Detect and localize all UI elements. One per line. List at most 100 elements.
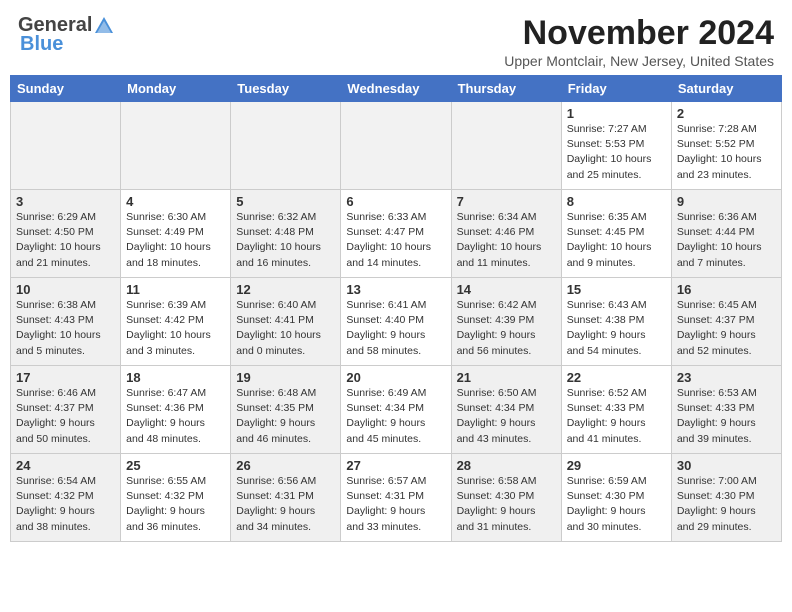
cal-cell: 19Sunrise: 6:48 AM Sunset: 4:35 PM Dayli… — [231, 366, 341, 454]
day-headers-row: SundayMondayTuesdayWednesdayThursdayFrid… — [11, 76, 782, 102]
day-number: 19 — [236, 370, 335, 385]
cal-cell: 23Sunrise: 6:53 AM Sunset: 4:33 PM Dayli… — [671, 366, 781, 454]
cell-info: Sunrise: 6:47 AM Sunset: 4:36 PM Dayligh… — [126, 386, 225, 447]
cal-cell — [121, 102, 231, 190]
cell-info: Sunrise: 6:46 AM Sunset: 4:37 PM Dayligh… — [16, 386, 115, 447]
day-header-tuesday: Tuesday — [231, 76, 341, 102]
logo-blue-text: Blue — [18, 33, 116, 56]
day-number: 10 — [16, 282, 115, 297]
day-number: 23 — [677, 370, 776, 385]
day-header-thursday: Thursday — [451, 76, 561, 102]
day-number: 25 — [126, 458, 225, 473]
cell-info: Sunrise: 6:50 AM Sunset: 4:34 PM Dayligh… — [457, 386, 556, 447]
cell-info: Sunrise: 6:34 AM Sunset: 4:46 PM Dayligh… — [457, 210, 556, 271]
day-number: 18 — [126, 370, 225, 385]
cal-cell: 25Sunrise: 6:55 AM Sunset: 4:32 PM Dayli… — [121, 454, 231, 542]
day-number: 29 — [567, 458, 666, 473]
cal-cell: 3Sunrise: 6:29 AM Sunset: 4:50 PM Daylig… — [11, 190, 121, 278]
cal-cell: 26Sunrise: 6:56 AM Sunset: 4:31 PM Dayli… — [231, 454, 341, 542]
title-section: November 2024 Upper Montclair, New Jerse… — [504, 14, 774, 69]
cell-info: Sunrise: 6:52 AM Sunset: 4:33 PM Dayligh… — [567, 386, 666, 447]
day-number: 8 — [567, 194, 666, 209]
cal-cell — [341, 102, 451, 190]
cell-info: Sunrise: 7:28 AM Sunset: 5:52 PM Dayligh… — [677, 122, 776, 183]
day-number: 2 — [677, 106, 776, 121]
day-number: 4 — [126, 194, 225, 209]
day-number: 12 — [236, 282, 335, 297]
cal-cell: 9Sunrise: 6:36 AM Sunset: 4:44 PM Daylig… — [671, 190, 781, 278]
day-number: 11 — [126, 282, 225, 297]
cell-info: Sunrise: 6:32 AM Sunset: 4:48 PM Dayligh… — [236, 210, 335, 271]
cal-cell: 29Sunrise: 6:59 AM Sunset: 4:30 PM Dayli… — [561, 454, 671, 542]
cell-info: Sunrise: 6:48 AM Sunset: 4:35 PM Dayligh… — [236, 386, 335, 447]
cal-cell: 15Sunrise: 6:43 AM Sunset: 4:38 PM Dayli… — [561, 278, 671, 366]
day-number: 17 — [16, 370, 115, 385]
cell-info: Sunrise: 6:56 AM Sunset: 4:31 PM Dayligh… — [236, 474, 335, 535]
cal-cell: 12Sunrise: 6:40 AM Sunset: 4:41 PM Dayli… — [231, 278, 341, 366]
day-number: 22 — [567, 370, 666, 385]
cal-cell: 11Sunrise: 6:39 AM Sunset: 4:42 PM Dayli… — [121, 278, 231, 366]
cal-cell: 22Sunrise: 6:52 AM Sunset: 4:33 PM Dayli… — [561, 366, 671, 454]
day-number: 5 — [236, 194, 335, 209]
cell-info: Sunrise: 6:49 AM Sunset: 4:34 PM Dayligh… — [346, 386, 445, 447]
day-number: 6 — [346, 194, 445, 209]
cal-cell: 5Sunrise: 6:32 AM Sunset: 4:48 PM Daylig… — [231, 190, 341, 278]
cell-info: Sunrise: 6:30 AM Sunset: 4:49 PM Dayligh… — [126, 210, 225, 271]
cell-info: Sunrise: 6:58 AM Sunset: 4:30 PM Dayligh… — [457, 474, 556, 535]
cal-cell: 17Sunrise: 6:46 AM Sunset: 4:37 PM Dayli… — [11, 366, 121, 454]
day-number: 30 — [677, 458, 776, 473]
cal-cell: 13Sunrise: 6:41 AM Sunset: 4:40 PM Dayli… — [341, 278, 451, 366]
day-number: 9 — [677, 194, 776, 209]
cal-cell: 6Sunrise: 6:33 AM Sunset: 4:47 PM Daylig… — [341, 190, 451, 278]
cell-info: Sunrise: 6:29 AM Sunset: 4:50 PM Dayligh… — [16, 210, 115, 271]
day-number: 21 — [457, 370, 556, 385]
cell-info: Sunrise: 6:39 AM Sunset: 4:42 PM Dayligh… — [126, 298, 225, 359]
cal-cell: 18Sunrise: 6:47 AM Sunset: 4:36 PM Dayli… — [121, 366, 231, 454]
cell-info: Sunrise: 6:55 AM Sunset: 4:32 PM Dayligh… — [126, 474, 225, 535]
day-header-sunday: Sunday — [11, 76, 121, 102]
cal-cell: 14Sunrise: 6:42 AM Sunset: 4:39 PM Dayli… — [451, 278, 561, 366]
cell-info: Sunrise: 6:57 AM Sunset: 4:31 PM Dayligh… — [346, 474, 445, 535]
day-number: 7 — [457, 194, 556, 209]
day-header-monday: Monday — [121, 76, 231, 102]
calendar-wrapper: SundayMondayTuesdayWednesdayThursdayFrid… — [0, 75, 792, 552]
cell-info: Sunrise: 6:36 AM Sunset: 4:44 PM Dayligh… — [677, 210, 776, 271]
month-title: November 2024 — [504, 14, 774, 53]
day-number: 28 — [457, 458, 556, 473]
cal-cell: 1Sunrise: 7:27 AM Sunset: 5:53 PM Daylig… — [561, 102, 671, 190]
cal-cell — [451, 102, 561, 190]
page-container: General Blue November 2024 Upper Montcla… — [0, 0, 792, 552]
day-number: 20 — [346, 370, 445, 385]
day-number: 16 — [677, 282, 776, 297]
cal-cell — [231, 102, 341, 190]
logo: General Blue — [18, 14, 116, 56]
day-header-saturday: Saturday — [671, 76, 781, 102]
cal-cell: 2Sunrise: 7:28 AM Sunset: 5:52 PM Daylig… — [671, 102, 781, 190]
cal-cell: 20Sunrise: 6:49 AM Sunset: 4:34 PM Dayli… — [341, 366, 451, 454]
week-row-2: 3Sunrise: 6:29 AM Sunset: 4:50 PM Daylig… — [11, 190, 782, 278]
cal-cell: 10Sunrise: 6:38 AM Sunset: 4:43 PM Dayli… — [11, 278, 121, 366]
calendar-table: SundayMondayTuesdayWednesdayThursdayFrid… — [10, 75, 782, 542]
header: General Blue November 2024 Upper Montcla… — [0, 0, 792, 75]
cal-cell: 7Sunrise: 6:34 AM Sunset: 4:46 PM Daylig… — [451, 190, 561, 278]
cal-cell: 24Sunrise: 6:54 AM Sunset: 4:32 PM Dayli… — [11, 454, 121, 542]
cal-cell — [11, 102, 121, 190]
cell-info: Sunrise: 6:53 AM Sunset: 4:33 PM Dayligh… — [677, 386, 776, 447]
cell-info: Sunrise: 6:42 AM Sunset: 4:39 PM Dayligh… — [457, 298, 556, 359]
cal-cell: 27Sunrise: 6:57 AM Sunset: 4:31 PM Dayli… — [341, 454, 451, 542]
day-header-friday: Friday — [561, 76, 671, 102]
day-number: 24 — [16, 458, 115, 473]
cell-info: Sunrise: 6:38 AM Sunset: 4:43 PM Dayligh… — [16, 298, 115, 359]
cell-info: Sunrise: 6:33 AM Sunset: 4:47 PM Dayligh… — [346, 210, 445, 271]
cell-info: Sunrise: 7:27 AM Sunset: 5:53 PM Dayligh… — [567, 122, 666, 183]
cal-cell: 16Sunrise: 6:45 AM Sunset: 4:37 PM Dayli… — [671, 278, 781, 366]
day-header-wednesday: Wednesday — [341, 76, 451, 102]
cal-cell: 21Sunrise: 6:50 AM Sunset: 4:34 PM Dayli… — [451, 366, 561, 454]
day-number: 27 — [346, 458, 445, 473]
week-row-4: 17Sunrise: 6:46 AM Sunset: 4:37 PM Dayli… — [11, 366, 782, 454]
cell-info: Sunrise: 6:35 AM Sunset: 4:45 PM Dayligh… — [567, 210, 666, 271]
location: Upper Montclair, New Jersey, United Stat… — [504, 53, 774, 69]
week-row-5: 24Sunrise: 6:54 AM Sunset: 4:32 PM Dayli… — [11, 454, 782, 542]
cell-info: Sunrise: 6:59 AM Sunset: 4:30 PM Dayligh… — [567, 474, 666, 535]
cal-cell: 4Sunrise: 6:30 AM Sunset: 4:49 PM Daylig… — [121, 190, 231, 278]
